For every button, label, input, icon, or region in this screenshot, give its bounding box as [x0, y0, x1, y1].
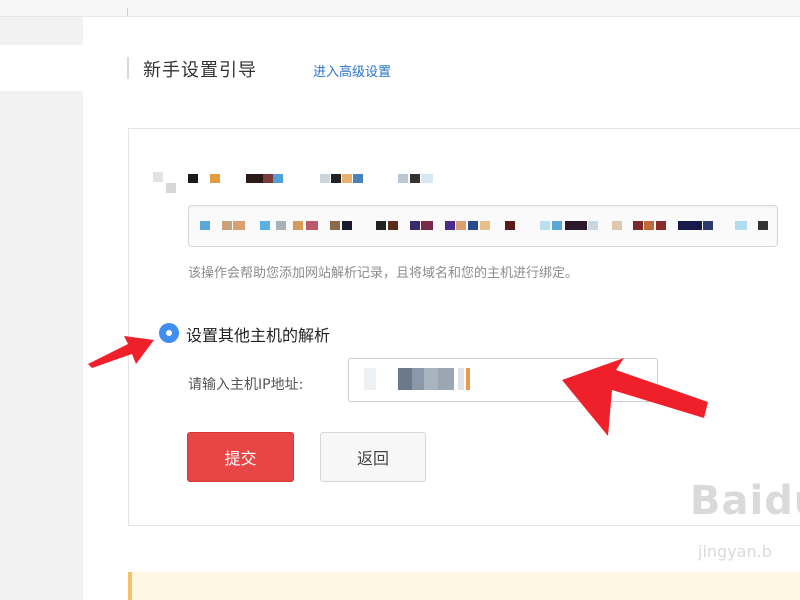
operation-hint: 该操作会帮助您添加网站解析记录，且将域名和您的主机进行绑定。: [188, 266, 579, 281]
other-host-option-label[interactable]: 设置其他主机的解析: [186, 322, 330, 346]
back-button[interactable]: 返回: [320, 432, 426, 482]
submit-button[interactable]: 提交: [187, 432, 294, 482]
watermark-brand: Baidu: [690, 478, 800, 524]
top-bar: [0, 0, 800, 17]
header-divider: [127, 57, 129, 79]
notice-banner: [128, 572, 800, 600]
annotation-arrow-right-icon: [562, 358, 708, 436]
advanced-settings-link[interactable]: 进入高级设置: [313, 61, 391, 80]
ip-address-label: 请输入主机IP地址:: [188, 377, 304, 393]
left-sidebar: [0, 17, 83, 600]
watermark-sub: jingyan.b: [698, 542, 772, 561]
baidu-watermark: Baidu jingyan.b: [690, 478, 800, 561]
top-bar-divider: [127, 8, 128, 16]
page-title: 新手设置引导: [143, 60, 257, 81]
other-host-radio[interactable]: [160, 324, 178, 342]
sidebar-active-item[interactable]: [0, 45, 83, 91]
annotation-arrow-left-icon: [88, 336, 154, 368]
